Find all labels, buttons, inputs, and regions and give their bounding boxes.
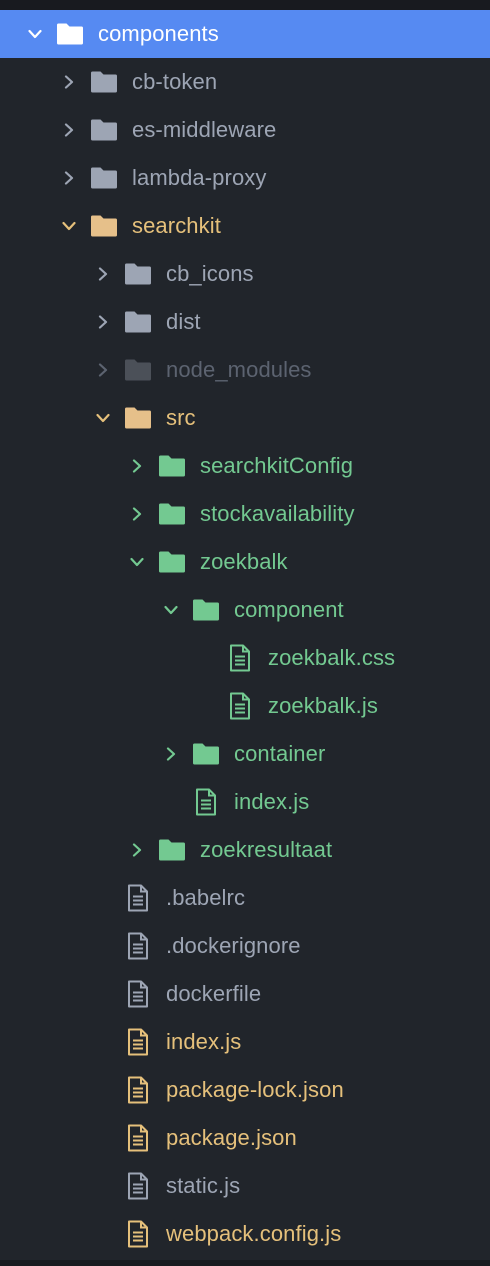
folder-icon bbox=[90, 116, 118, 144]
tree-folder-row[interactable]: zoekresultaat bbox=[0, 826, 490, 874]
file-text-icon bbox=[124, 1172, 152, 1200]
chevron-down-icon[interactable] bbox=[126, 551, 148, 573]
file-text-icon bbox=[124, 1124, 152, 1152]
chevron-down-icon[interactable] bbox=[92, 407, 114, 429]
tree-item-label: cb_icons bbox=[166, 261, 254, 286]
folder-icon bbox=[192, 740, 220, 768]
tree-folder-row[interactable]: dist bbox=[0, 298, 490, 346]
tree-item-label: zoekbalk bbox=[200, 549, 288, 574]
tree-folder-row[interactable]: zoekbalk bbox=[0, 538, 490, 586]
tree-item-label: dockerfile bbox=[166, 981, 262, 1006]
chevron-down-icon[interactable] bbox=[160, 599, 182, 621]
chevron-right-icon[interactable] bbox=[126, 503, 148, 525]
tree-item-label: package.json bbox=[166, 1125, 297, 1150]
tree-folder-row[interactable]: cb_icons bbox=[0, 250, 490, 298]
tree-item-label: .dockerignore bbox=[166, 933, 301, 958]
folder-icon bbox=[158, 500, 186, 528]
tree-file-row[interactable]: dockerfile bbox=[0, 970, 490, 1018]
chevron-right-icon[interactable] bbox=[92, 311, 114, 333]
tree-file-row[interactable]: package-lock.json bbox=[0, 1066, 490, 1114]
chevron-right-icon[interactable] bbox=[58, 71, 80, 93]
tree-folder-row[interactable]: stockavailability bbox=[0, 490, 490, 538]
tree-item-label: zoekbalk.js bbox=[268, 693, 378, 718]
folder-icon bbox=[158, 452, 186, 480]
file-text-icon bbox=[124, 1076, 152, 1104]
tree-folder-row[interactable]: es-middleware bbox=[0, 106, 490, 154]
tree-item-label: component bbox=[234, 597, 344, 622]
tree-item-label: index.js bbox=[234, 789, 310, 814]
tree-item-label: searchkitConfig bbox=[200, 453, 354, 478]
folder-icon bbox=[158, 548, 186, 576]
tree-item-label: index.js bbox=[166, 1029, 242, 1054]
tree-file-row[interactable]: .babelrc bbox=[0, 874, 490, 922]
file-text-icon bbox=[226, 692, 254, 720]
chevron-right-icon[interactable] bbox=[92, 359, 114, 381]
folder-icon bbox=[124, 404, 152, 432]
tree-item-label: node_modules bbox=[166, 357, 312, 382]
file-text-icon bbox=[124, 1220, 152, 1248]
tree-folder-row[interactable]: lambda-proxy bbox=[0, 154, 490, 202]
tree-folder-row[interactable]: container bbox=[0, 730, 490, 778]
file-tree: components cb-token es-middleware lambda-pr… bbox=[0, 10, 490, 1258]
tree-file-row[interactable]: index.js bbox=[0, 1018, 490, 1066]
chevron-right-icon[interactable] bbox=[58, 167, 80, 189]
tree-folder-row[interactable]: node_modules bbox=[0, 346, 490, 394]
tree-item-label: static.js bbox=[166, 1173, 241, 1198]
folder-icon bbox=[56, 20, 84, 48]
folder-icon bbox=[90, 164, 118, 192]
tree-file-row[interactable]: zoekbalk.js bbox=[0, 682, 490, 730]
tree-item-label: package-lock.json bbox=[166, 1077, 344, 1102]
tree-item-label: cb-token bbox=[132, 69, 218, 94]
tree-folder-row[interactable]: searchkitConfig bbox=[0, 442, 490, 490]
tree-item-label: container bbox=[234, 741, 326, 766]
tree-item-label: stockavailability bbox=[200, 501, 355, 526]
panel-top-edge bbox=[0, 0, 490, 10]
tree-item-label: webpack.config.js bbox=[166, 1221, 342, 1246]
tree-folder-row[interactable]: component bbox=[0, 586, 490, 634]
chevron-right-icon[interactable] bbox=[92, 263, 114, 285]
tree-file-row[interactable]: .dockerignore bbox=[0, 922, 490, 970]
tree-file-row[interactable]: zoekbalk.css bbox=[0, 634, 490, 682]
tree-item-label: .babelrc bbox=[166, 885, 246, 910]
panel-bottom-edge bbox=[0, 1260, 490, 1266]
tree-folder-row[interactable]: cb-token bbox=[0, 58, 490, 106]
tree-file-row[interactable]: webpack.config.js bbox=[0, 1210, 490, 1258]
file-text-icon bbox=[124, 884, 152, 912]
folder-icon bbox=[124, 356, 152, 384]
tree-file-row[interactable]: static.js bbox=[0, 1162, 490, 1210]
chevron-right-icon[interactable] bbox=[160, 743, 182, 765]
folder-icon bbox=[158, 836, 186, 864]
chevron-down-icon[interactable] bbox=[24, 23, 46, 45]
tree-item-label: es-middleware bbox=[132, 117, 277, 142]
file-text-icon bbox=[226, 644, 254, 672]
tree-folder-row[interactable]: src bbox=[0, 394, 490, 442]
folder-icon bbox=[90, 212, 118, 240]
chevron-right-icon[interactable] bbox=[126, 455, 148, 477]
file-text-icon bbox=[124, 1028, 152, 1056]
tree-item-label: zoekbalk.css bbox=[268, 645, 396, 670]
folder-icon bbox=[124, 308, 152, 336]
tree-item-label: components bbox=[98, 21, 219, 46]
tree-item-label: searchkit bbox=[132, 213, 221, 238]
chevron-right-icon[interactable] bbox=[58, 119, 80, 141]
tree-item-label: dist bbox=[166, 309, 201, 334]
folder-icon bbox=[124, 260, 152, 288]
tree-item-label: lambda-proxy bbox=[132, 165, 267, 190]
tree-file-row[interactable]: index.js bbox=[0, 778, 490, 826]
tree-folder-row[interactable]: components bbox=[0, 10, 490, 58]
tree-item-label: zoekresultaat bbox=[200, 837, 333, 862]
tree-item-label: src bbox=[166, 405, 196, 430]
file-text-icon bbox=[124, 980, 152, 1008]
chevron-right-icon[interactable] bbox=[126, 839, 148, 861]
tree-file-row[interactable]: package.json bbox=[0, 1114, 490, 1162]
file-text-icon bbox=[124, 932, 152, 960]
chevron-down-icon[interactable] bbox=[58, 215, 80, 237]
folder-icon bbox=[192, 596, 220, 624]
folder-icon bbox=[90, 68, 118, 96]
file-text-icon bbox=[192, 788, 220, 816]
tree-folder-row[interactable]: searchkit bbox=[0, 202, 490, 250]
